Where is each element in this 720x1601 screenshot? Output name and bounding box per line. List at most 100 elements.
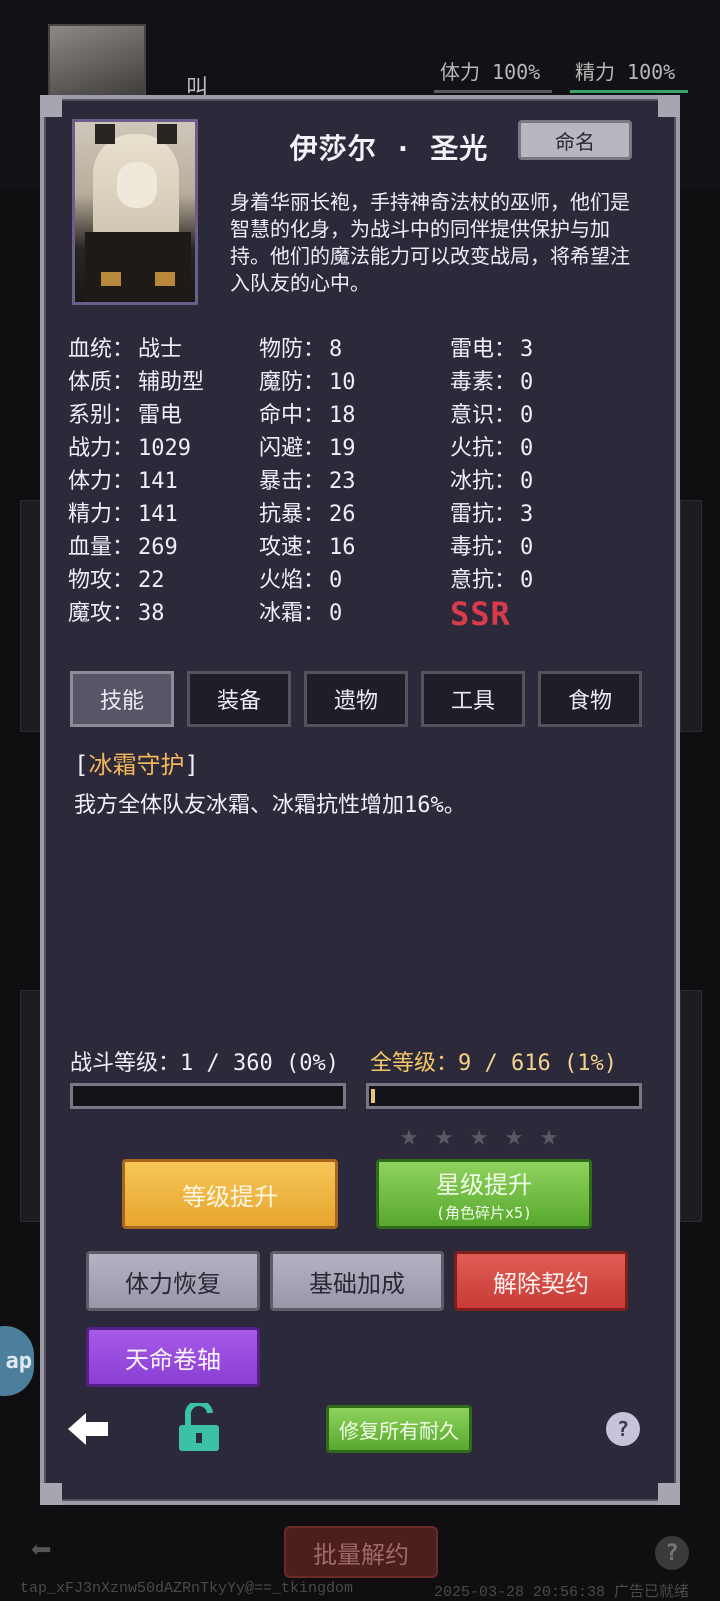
batch-terminate-button[interactable]: 批量解约 (284, 1526, 438, 1578)
stat-label: 意识： (450, 403, 517, 428)
stat-value: 辅助型 (138, 370, 205, 395)
stat-value: 22 (138, 568, 165, 593)
stat-row: 魔攻： 38 (68, 595, 204, 628)
stat-row: 雷电： 3 (450, 331, 533, 364)
stat-row: 意识： 0 (450, 397, 533, 430)
star-up-cost: (角色碎片x5) (435, 1204, 533, 1222)
character-name: 伊莎尔 · 圣光 (289, 132, 489, 165)
stat-row: 冰抗： 0 (450, 463, 533, 496)
base-bonus-label: 基础加成 (309, 1269, 405, 1298)
skill-bracket-open: [ (74, 751, 89, 779)
stat-label: 火抗： (450, 436, 517, 461)
stat-row: 体质： 辅助型 (68, 364, 204, 397)
star-icon: ★ (400, 1118, 419, 1153)
repair-all-button[interactable]: 修复所有耐久 (326, 1405, 472, 1453)
stat-value: 3 (520, 502, 534, 527)
stat-row: 精力： 141 (68, 496, 204, 529)
stat-value: 0 (520, 535, 534, 560)
background-footer-status: 2025-03-28 20:56:38 广告已就绪 (434, 1584, 690, 1601)
stat-row: 意抗： 0 (450, 562, 533, 595)
stat-row: 抗暴： 26 (259, 496, 356, 529)
detail-tabs: 技能 装备 遗物 工具 食物 (70, 671, 644, 727)
tab-skills[interactable]: 技能 (70, 671, 174, 727)
star-up-button[interactable]: 星级提升 (角色碎片x5) (376, 1159, 592, 1229)
stamina-restore-label: 体力恢复 (125, 1269, 221, 1298)
tab-food[interactable]: 食物 (538, 671, 642, 727)
stat-label: 雷电： (450, 337, 517, 362)
stat-label: 系别： (68, 403, 135, 428)
rename-button[interactable]: 命名 (518, 120, 632, 160)
stat-label: 攻速： (259, 535, 326, 560)
total-level-value: 9 / 616 (1%) (458, 1051, 617, 1076)
background-energy-bar (570, 90, 688, 93)
tab-relics[interactable]: 遗物 (304, 671, 408, 727)
star-icon: ★ (505, 1118, 524, 1153)
stat-row: 毒素： 0 (450, 364, 533, 397)
stat-label: 抗暴： (259, 502, 326, 527)
total-level-prefix: 全等级： (370, 1051, 459, 1076)
tab-equipment[interactable]: 装备 (187, 671, 291, 727)
background-side-badge[interactable]: ap (0, 1326, 34, 1396)
stat-row: 攻速： 16 (259, 529, 356, 562)
base-bonus-button[interactable]: 基础加成 (270, 1251, 444, 1311)
stat-row: 雷抗： 3 (450, 496, 533, 529)
stat-label: 精力： (68, 502, 135, 527)
stat-row: 火抗： 0 (450, 430, 533, 463)
stat-value: 10 (329, 370, 356, 395)
stat-value: 8 (329, 337, 343, 362)
stat-value: 0 (329, 568, 343, 593)
background-card (20, 990, 42, 1222)
total-level-bar (366, 1083, 642, 1109)
stat-label: 火焰： (259, 568, 326, 593)
stat-label: 魔防： (259, 370, 326, 395)
background-help-icon[interactable]: ? (655, 1536, 689, 1570)
star-rating: ★ ★ ★ ★ ★ (400, 1121, 580, 1151)
frame-corner (658, 1483, 680, 1505)
background-avatar (48, 24, 146, 104)
background-back-icon[interactable]: ⬅ (30, 1530, 52, 1571)
stat-row: 血量： 269 (68, 529, 204, 562)
stat-value: 雷电 (138, 403, 183, 428)
stat-row: 魔防： 10 (259, 364, 356, 397)
frame-corner (40, 1483, 62, 1505)
stat-value: 18 (329, 403, 356, 428)
destiny-scroll-label: 天命卷轴 (125, 1345, 221, 1374)
stat-label: 体质： (68, 370, 135, 395)
stat-value: 38 (138, 601, 165, 626)
stat-label: 冰抗： (450, 469, 517, 494)
stat-value: 3 (520, 337, 534, 362)
background-card (680, 990, 702, 1222)
stat-value: 141 (138, 502, 178, 527)
stat-row: 暴击： 23 (259, 463, 356, 496)
stat-value: 16 (329, 535, 356, 560)
stat-label: 血统： (68, 337, 135, 362)
destiny-scroll-button[interactable]: 天命卷轴 (86, 1327, 260, 1387)
stat-row: 闪避： 19 (259, 430, 356, 463)
stamina-restore-button[interactable]: 体力恢复 (86, 1251, 260, 1311)
background-stamina-bar (434, 90, 552, 93)
stat-row: 系别： 雷电 (68, 397, 204, 430)
stat-label: 命中： (259, 403, 326, 428)
back-arrow-icon[interactable] (66, 1409, 110, 1449)
stat-row: 火焰： 0 (259, 562, 356, 595)
character-description: 身着华丽长袍，手持神奇法杖的巫师，他们是智慧的化身，为战斗中的同伴提供保护与加持… (230, 190, 630, 295)
terminate-contract-button[interactable]: 解除契约 (454, 1251, 628, 1311)
stat-value: 26 (329, 502, 356, 527)
stat-label: 毒抗： (450, 535, 517, 560)
tab-tools[interactable]: 工具 (421, 671, 525, 727)
level-up-button[interactable]: 等级提升 (122, 1159, 338, 1229)
star-icon: ★ (435, 1118, 454, 1153)
help-icon[interactable]: ? (606, 1412, 640, 1446)
stat-row: 体力： 141 (68, 463, 204, 496)
unlock-icon[interactable] (176, 1403, 222, 1453)
stat-row: 冰霜： 0 (259, 595, 356, 628)
stat-row: 物攻： 22 (68, 562, 204, 595)
background-card (680, 500, 702, 732)
stat-row: 命中： 18 (259, 397, 356, 430)
stats-column-1: 血统： 战士 体质： 辅助型 系别： 雷电 战力： 1029 体力： 141 精力： 141 血量： 26… (68, 331, 204, 628)
stat-row: 血统： 战士 (68, 331, 204, 364)
stat-value: 23 (329, 469, 356, 494)
stat-label: 闪避： (259, 436, 326, 461)
stat-label: 物攻： (68, 568, 135, 593)
rarity-badge: SSR (450, 595, 511, 633)
